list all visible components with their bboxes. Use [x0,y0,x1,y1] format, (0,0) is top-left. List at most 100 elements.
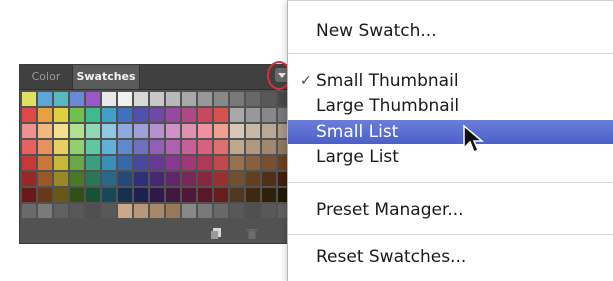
color-swatch[interactable] [182,92,196,106]
color-swatch[interactable] [134,124,148,138]
color-swatch[interactable] [22,204,36,218]
color-swatch[interactable] [70,204,84,218]
color-swatch[interactable] [182,156,196,170]
color-swatch[interactable] [22,156,36,170]
color-swatch[interactable] [166,92,180,106]
color-swatch[interactable] [118,108,132,122]
trash-icon[interactable] [246,227,258,240]
color-swatch[interactable] [70,156,84,170]
color-swatch[interactable] [198,188,212,202]
color-swatch[interactable] [54,108,68,122]
color-swatch[interactable] [262,140,276,154]
color-swatch[interactable] [230,92,244,106]
color-swatch[interactable] [214,172,228,186]
color-swatch[interactable] [22,140,36,154]
color-swatch[interactable] [246,108,260,122]
color-swatch[interactable] [230,188,244,202]
color-swatch[interactable] [86,124,100,138]
color-swatch[interactable] [70,172,84,186]
color-swatch[interactable] [198,92,212,106]
tab-swatches[interactable]: Swatches [72,65,140,89]
color-swatch[interactable] [246,172,260,186]
color-swatch[interactable] [134,188,148,202]
color-swatch[interactable] [54,92,68,106]
color-swatch[interactable] [70,140,84,154]
color-swatch[interactable] [150,204,164,218]
color-swatch[interactable] [54,188,68,202]
color-swatch[interactable] [182,108,196,122]
color-swatch[interactable] [150,124,164,138]
color-swatch[interactable] [54,124,68,138]
color-swatch[interactable] [70,92,84,106]
color-swatch[interactable] [38,108,52,122]
menu-item-small-list[interactable]: Small List [288,120,613,144]
color-swatch[interactable] [102,204,116,218]
color-swatch[interactable] [70,124,84,138]
color-swatch[interactable] [54,172,68,186]
new-swatch-icon[interactable] [210,227,222,240]
color-swatch[interactable] [214,108,228,122]
color-swatch[interactable] [182,140,196,154]
color-swatch[interactable] [54,156,68,170]
tab-color[interactable]: Color [22,65,70,89]
color-swatch[interactable] [38,92,52,106]
color-swatch[interactable] [262,188,276,202]
color-swatch[interactable] [22,124,36,138]
color-swatch[interactable] [182,124,196,138]
color-swatch[interactable] [262,124,276,138]
color-swatch[interactable] [214,92,228,106]
color-swatch[interactable] [118,92,132,106]
color-swatch[interactable] [38,124,52,138]
color-swatch[interactable] [102,124,116,138]
color-swatch[interactable] [86,140,100,154]
color-swatch[interactable] [230,124,244,138]
color-swatch[interactable] [70,188,84,202]
color-swatch[interactable] [118,124,132,138]
color-swatch[interactable] [86,204,100,218]
color-swatch[interactable] [22,92,36,106]
color-swatch[interactable] [38,156,52,170]
color-swatch[interactable] [118,204,132,218]
color-swatch[interactable] [150,92,164,106]
color-swatch[interactable] [150,140,164,154]
color-swatch[interactable] [22,172,36,186]
menu-item-reset-swatches[interactable]: Reset Swatches... [288,245,613,269]
color-swatch[interactable] [230,140,244,154]
color-swatch[interactable] [134,156,148,170]
color-swatch[interactable] [214,124,228,138]
color-swatch[interactable] [246,156,260,170]
color-swatch[interactable] [166,108,180,122]
color-swatch[interactable] [230,204,244,218]
color-swatch[interactable] [262,156,276,170]
color-swatch[interactable] [86,172,100,186]
color-swatch[interactable] [38,204,52,218]
menu-item-large-thumbnail[interactable]: Large Thumbnail [288,94,613,118]
color-swatch[interactable] [134,108,148,122]
color-swatch[interactable] [86,108,100,122]
menu-item-small-thumbnail[interactable]: ✓ Small Thumbnail [288,69,613,93]
color-swatch[interactable] [166,140,180,154]
color-swatch[interactable] [86,188,100,202]
color-swatch[interactable] [118,172,132,186]
color-swatch[interactable] [38,140,52,154]
color-swatch[interactable] [182,188,196,202]
color-swatch[interactable] [102,92,116,106]
color-swatch[interactable] [262,204,276,218]
color-swatch[interactable] [150,156,164,170]
color-swatch[interactable] [102,172,116,186]
color-swatch[interactable] [102,156,116,170]
color-swatch[interactable] [198,172,212,186]
color-swatch[interactable] [54,140,68,154]
color-swatch[interactable] [134,172,148,186]
menu-item-large-list[interactable]: Large List [288,145,613,169]
color-swatch[interactable] [166,172,180,186]
color-swatch[interactable] [150,172,164,186]
color-swatch[interactable] [118,140,132,154]
color-swatch[interactable] [246,124,260,138]
color-swatch[interactable] [182,172,196,186]
color-swatch[interactable] [86,92,100,106]
color-swatch[interactable] [54,204,68,218]
color-swatch[interactable] [150,188,164,202]
color-swatch[interactable] [214,140,228,154]
color-swatch[interactable] [198,156,212,170]
